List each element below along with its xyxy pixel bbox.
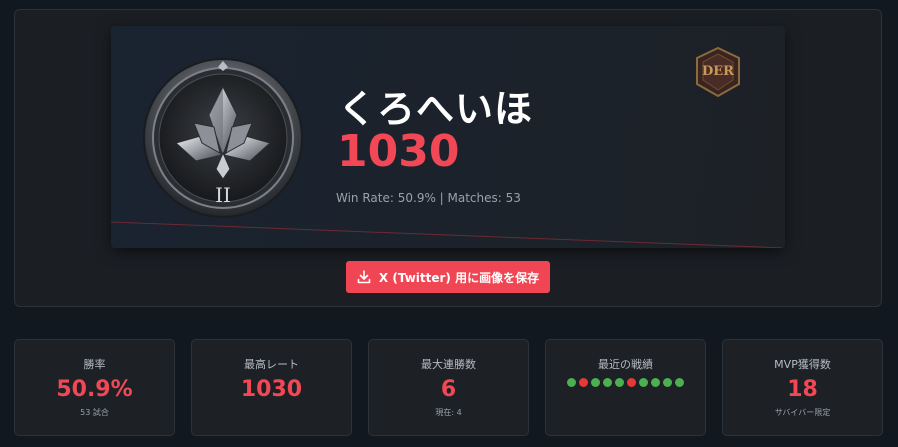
- current-streak: 現在: 4: [435, 408, 462, 417]
- mvp-label: MVP獲得数: [774, 358, 831, 371]
- mvp-card: MVP獲得数 18 サバイバー限定: [722, 339, 883, 436]
- win-dot: [651, 378, 660, 387]
- win-rate-matches-text: Win Rate: 50.9% | Matches: 53: [336, 191, 521, 205]
- max-rating-label: 最高レート: [244, 358, 299, 371]
- svg-text:DER: DER: [702, 64, 734, 79]
- win-dot: [639, 378, 648, 387]
- max-streak-value: 6: [440, 377, 457, 402]
- max-streak-label: 最大連勝数: [421, 358, 476, 371]
- rating-value: 1030: [337, 126, 460, 177]
- win-dot: [663, 378, 672, 387]
- svg-text:II: II: [215, 183, 231, 207]
- win-rate-value: 50.9%: [56, 377, 133, 402]
- recent-results-card: 最近の戦績: [545, 339, 706, 436]
- save-button-label: X (Twitter) 用に画像を保存: [378, 270, 540, 285]
- win-rate-label: 勝率: [83, 358, 106, 371]
- max-streak-card: 最大連勝数 6 現在: 4: [368, 339, 529, 436]
- win-dot: [615, 378, 624, 387]
- player-name: くろへいほ: [338, 87, 534, 131]
- profile-card: II DER くろへいほ 1030 Win Rate: 50.9% | Matc…: [111, 26, 785, 248]
- win-rate-matches: 53 試合: [80, 408, 109, 417]
- max-rating-card: 最高レート 1030: [191, 339, 352, 436]
- loss-dot: [627, 378, 636, 387]
- max-rating-value: 1030: [240, 377, 303, 402]
- win-dot: [591, 378, 600, 387]
- loss-dot: [579, 378, 588, 387]
- silver-rank-emblem-icon: II: [143, 58, 303, 218]
- win-dot: [567, 378, 576, 387]
- der-logo-icon: DER: [696, 46, 740, 98]
- recent-results-dots: [546, 378, 705, 387]
- mvp-value: 18: [787, 377, 818, 402]
- win-rate-card: 勝率 50.9% 53 試合: [14, 339, 175, 436]
- mvp-note: サバイバー限定: [774, 408, 831, 417]
- win-dot: [603, 378, 612, 387]
- save-image-button[interactable]: X (Twitter) 用に画像を保存: [346, 261, 550, 293]
- recent-results-label: 最近の戦績: [598, 358, 653, 371]
- download-icon: [357, 270, 371, 284]
- win-dot: [675, 378, 684, 387]
